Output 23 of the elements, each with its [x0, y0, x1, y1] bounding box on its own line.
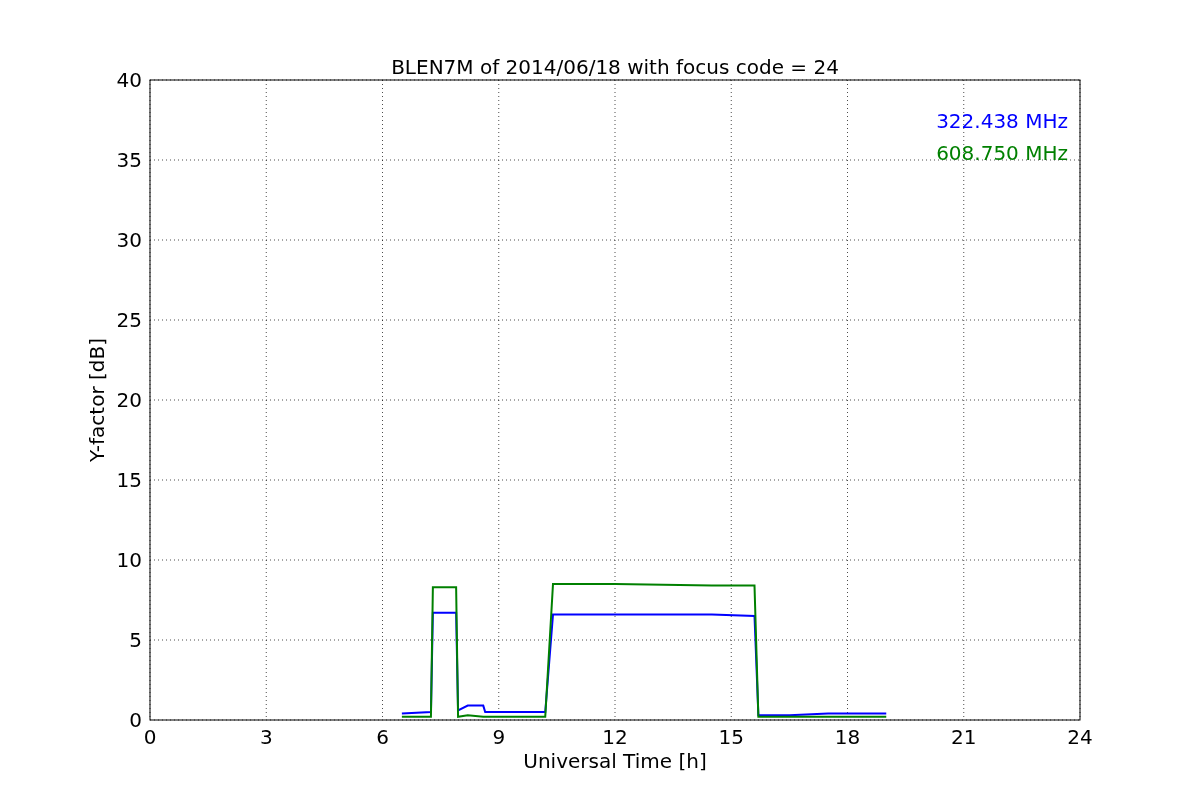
x-tick-label: 3	[259, 725, 273, 749]
chart-title: BLEN7M of 2014/06/18 with focus code = 24	[391, 55, 839, 79]
x-tick-label: 6	[376, 725, 389, 749]
x-tick-label: 9	[492, 725, 506, 749]
y-tick-label: 5	[129, 628, 142, 652]
legend-label: 608.750 MHz	[936, 141, 1068, 165]
legend-label: 322.438 MHz	[936, 109, 1068, 133]
y-tick-label: 40	[116, 68, 142, 92]
y-tick-label: 0	[129, 708, 142, 732]
x-tick-label: 24	[1067, 725, 1093, 749]
x-tick-label: 15	[718, 725, 744, 749]
x-tick-label: 18	[834, 725, 861, 749]
y-tick-label: 10	[116, 548, 142, 572]
x-axis-label: Universal Time [h]	[523, 749, 707, 773]
x-tick-label: 12	[602, 725, 628, 749]
y-tick-label: 30	[116, 228, 142, 252]
y-tick-label: 25	[116, 308, 142, 332]
x-tick-label: 21	[951, 725, 977, 749]
y-tick-label: 20	[116, 388, 142, 412]
y-tick-label: 15	[116, 468, 142, 492]
x-tick-label: 0	[143, 725, 157, 749]
y-tick-label: 35	[116, 148, 142, 172]
y-axis-label: Y-factor [dB]	[85, 338, 109, 462]
